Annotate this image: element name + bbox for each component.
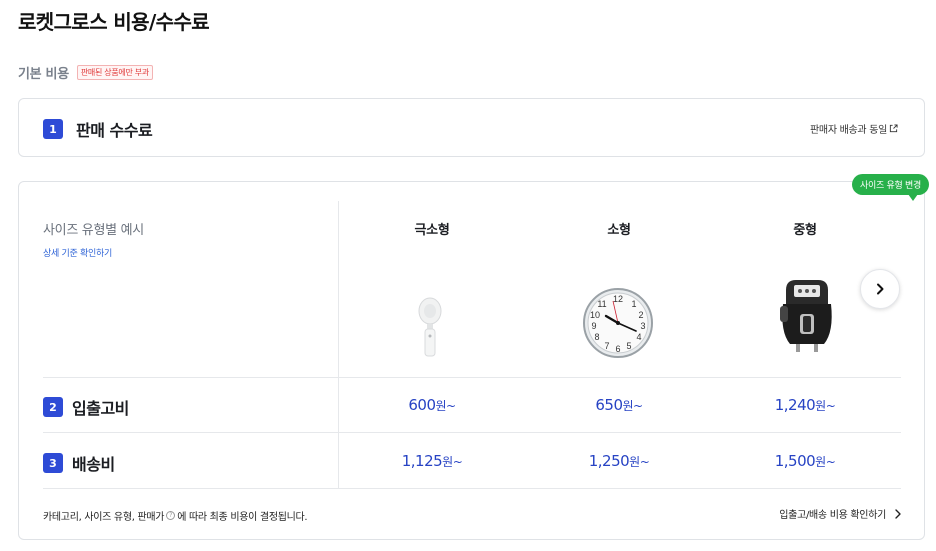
shipping-fee-label: 배송비 <box>72 455 115 474</box>
size-type-card: 사이즈 유형별 예시 상세 기준 확인하기 극소형 소형 중형 12 1 2 345… <box>18 181 925 540</box>
same-as-seller-shipping-label: 판매자 배송과 동일 <box>810 125 887 136</box>
external-link-icon <box>889 124 898 133</box>
svg-text:5: 5 <box>626 341 631 351</box>
wall-clock-icon: 12 12 345 678 91011 <box>583 288 653 358</box>
row-divider <box>43 432 901 433</box>
sales-fee-title: 판매 수수료 <box>76 121 153 140</box>
svg-text:10: 10 <box>590 310 600 320</box>
column-divider <box>338 201 339 489</box>
help-icon[interactable]: ? <box>166 511 176 520</box>
svg-text:7: 7 <box>604 341 609 351</box>
change-size-type-tooltip[interactable]: 사이즈 유형 변경 <box>852 174 929 195</box>
next-size-button[interactable] <box>860 269 900 309</box>
svg-text:12: 12 <box>613 294 623 304</box>
shipping-price-medium: 1,500원~ <box>774 452 836 470</box>
row-divider <box>43 377 901 378</box>
tooltip-tail <box>908 194 918 201</box>
basic-cost-header: 기본 비용 판매된 상품에만 부과 <box>18 63 153 82</box>
shipping-fee-row-label: 3 배송비 <box>43 451 115 475</box>
column-header-small: 소형 <box>607 223 631 238</box>
inbound-fee-row-label: 2 입출고비 <box>43 395 129 419</box>
cost-note-text-before: 카테고리, 사이즈 유형, 판매가 <box>43 512 165 523</box>
shipping-price-extra-small: 1,125원~ <box>401 452 463 470</box>
inbound-fee-label: 입출고비 <box>72 399 129 418</box>
svg-text:4: 4 <box>636 332 641 342</box>
svg-text:11: 11 <box>597 299 606 309</box>
step-number-badge: 1 <box>43 119 63 139</box>
same-as-seller-shipping-link[interactable]: 판매자 배송과 동일 <box>810 121 898 136</box>
shipping-price-small: 1,250원~ <box>588 452 650 470</box>
svg-text:3: 3 <box>640 321 645 331</box>
charge-badge: 판매된 상품에만 부과 <box>76 65 153 80</box>
svg-text:6: 6 <box>615 344 620 354</box>
check-cost-link[interactable]: 입출고/배송 비용 확인하기 <box>779 506 902 521</box>
chevron-right-icon <box>877 283 884 295</box>
svg-text:1: 1 <box>631 299 636 309</box>
cost-note-text-after: 에 따라 최종 비용이 결정됩니다. <box>177 512 308 523</box>
page-title: 로켓그로스 비용/수수료 <box>18 10 210 34</box>
inbound-price-small: 650원~ <box>595 396 643 414</box>
handheld-fan-icon <box>418 297 442 357</box>
air-fryer-icon <box>780 280 832 352</box>
column-header-extra-small: 극소형 <box>414 223 450 238</box>
svg-text:8: 8 <box>594 332 599 342</box>
svg-text:9: 9 <box>591 321 596 331</box>
sales-fee-card: 1 판매 수수료 판매자 배송과 동일 <box>18 98 925 157</box>
chevron-right-icon <box>895 508 901 519</box>
inbound-price-extra-small: 600원~ <box>408 396 456 414</box>
detail-criteria-link[interactable]: 상세 기준 확인하기 <box>43 246 112 259</box>
cost-note: 카테고리, 사이즈 유형, 판매가 ? 에 따라 최종 비용이 결정됩니다. <box>43 508 308 523</box>
svg-text:2: 2 <box>638 310 643 320</box>
inbound-price-medium: 1,240원~ <box>774 396 836 414</box>
section-label: 기본 비용 <box>18 67 69 82</box>
row-divider <box>43 488 901 489</box>
size-example-title: 사이즈 유형별 예시 <box>43 223 144 238</box>
sales-fee-row: 1 판매 수수료 <box>43 117 153 141</box>
step-number-badge: 2 <box>43 397 63 417</box>
column-header-medium: 중형 <box>793 223 817 238</box>
step-number-badge: 3 <box>43 453 63 473</box>
check-cost-label: 입출고/배송 비용 확인하기 <box>779 510 886 521</box>
